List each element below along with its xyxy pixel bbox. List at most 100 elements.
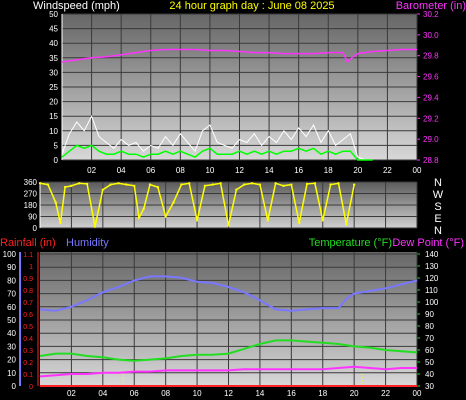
wind-direction-point (266, 219, 269, 222)
temperature-tick-label: 80 (425, 322, 434, 331)
wind-direction-point (297, 221, 301, 225)
bottom-x-tick-label: 10 (193, 389, 202, 398)
weather-chart-svg: 0510152025303540455028.829.029.229.429.6… (0, 0, 466, 398)
wind-direction-point (59, 221, 62, 225)
wind-x-tick-label: 14 (265, 166, 274, 175)
wind-direction-point (142, 207, 145, 211)
barometer-axis-title: Barometer (in) (396, 0, 466, 12)
wind-direction-point (235, 188, 238, 191)
compass-w: W (433, 189, 444, 201)
wind-x-tick-label: 00 (413, 166, 422, 175)
rainfall-tick-label: 0.7 (23, 300, 33, 307)
rainfall-tick-label: 0 (29, 384, 33, 391)
barometer-tick-label: 30.0 (423, 31, 439, 40)
humidity-axis-title: Humidity (66, 237, 109, 249)
wind-direction-point (321, 219, 324, 222)
wind-x-tick-label: 04 (117, 166, 126, 175)
wind-direction-point (93, 225, 97, 228)
wind-direction-point (125, 183, 128, 186)
barometer-tick-label: 29.0 (423, 135, 439, 144)
direction-tick-label: 270 (24, 190, 38, 199)
wind-tick-label: 20 (49, 98, 58, 107)
wind-direction-point (78, 182, 81, 185)
wind-tick-label: 40 (49, 39, 58, 48)
wind-tick-label: 35 (49, 54, 58, 63)
wind-direction-point (164, 215, 167, 218)
temperature-tick-label: 60 (425, 346, 434, 355)
humidity-tick-label: 10 (7, 369, 16, 378)
wind-direction-point (46, 183, 50, 186)
wind-direction-point (305, 182, 309, 186)
direction-tick-label: 360 (24, 178, 38, 187)
humidity-tick-label: 30 (7, 342, 16, 351)
direction-tick-label: 90 (28, 213, 37, 222)
direction-tick-label: 180 (24, 201, 38, 210)
bottom-x-tick-label: 16 (287, 389, 296, 398)
rainfall-tick-label: 0.5 (23, 324, 33, 331)
wind-direction-point (258, 183, 262, 186)
wind-direction-point (227, 224, 230, 227)
wind-direction-point (195, 219, 199, 222)
rainfall-tick-label: 0.1 (23, 372, 33, 379)
wind-x-tick-label: 02 (87, 166, 96, 175)
wind-x-tick-label: 20 (353, 166, 362, 175)
wind-direction-point (337, 182, 340, 185)
weather-graph: 0 5 10 15 20 25 30 35 40 45 50 28.8 29.0 29.2 29.4 29.6… (0, 0, 466, 400)
wind-direction-point (117, 182, 120, 185)
compass-e: E (434, 213, 441, 225)
graph-title: 24 hour graph day : June 08 2025 (169, 0, 334, 12)
wind-tick-label: 15 (49, 112, 58, 121)
compass-n-top: N (434, 177, 442, 189)
bottom-x-tick-label: 14 (255, 389, 264, 398)
windspeed-axis-title: Windspeed (mph) (33, 0, 120, 12)
wind-direction-point (282, 184, 285, 188)
rainfall-tick-label: 0.9 (23, 276, 33, 283)
humidity-tick-label: 90 (7, 263, 16, 272)
wind-direction-point (211, 183, 214, 186)
bottom-x-tick-label: 00 (413, 389, 422, 398)
direction-tick-label: 0 (33, 224, 38, 233)
wind-direction-point (85, 182, 89, 186)
rainfall-tick-label: 0.8 (23, 288, 33, 295)
humidity-tick-label: 60 (7, 303, 16, 312)
rainfall-tick-label: 0.6 (23, 312, 33, 319)
wind-tick-label: 25 (49, 83, 58, 92)
wind-tick-label: 30 (49, 68, 58, 77)
rainfall-tick-label: 1.1 (23, 252, 33, 259)
wind-direction-point (345, 222, 348, 226)
temperature-tick-label: 110 (425, 286, 438, 295)
temperature-tick-label: 50 (425, 358, 434, 367)
wind-direction-point (63, 185, 67, 189)
bottom-x-tick-label: 04 (98, 389, 107, 398)
wind-direction-point (250, 182, 254, 185)
bottom-x-tick-label: 08 (161, 389, 170, 398)
dewpoint-axis-title: Dew Point (°F) (392, 237, 464, 249)
temperature-tick-label: 30 (425, 382, 434, 391)
wind-direction-point (313, 182, 317, 185)
wind-direction-point (188, 182, 191, 185)
wind-direction-point (243, 183, 246, 186)
rainfall-tick-label: 0.2 (23, 360, 33, 367)
temperature-tick-label: 70 (425, 334, 434, 343)
wind-direction-point (38, 182, 42, 185)
humidity-tick-label: 0 (12, 382, 17, 391)
wind-direction-point (172, 201, 175, 204)
wind-x-tick-label: 08 (176, 166, 185, 175)
temperature-tick-label: 130 (425, 262, 439, 271)
bottom-x-tick-label: 18 (318, 389, 327, 398)
barometer-tick-label: 29.4 (423, 93, 439, 102)
wind-direction-point (274, 182, 277, 185)
humidity-tick-label: 80 (7, 276, 16, 285)
wind-direction-point (101, 188, 105, 191)
compass-n-bottom: N (434, 225, 442, 237)
compass-s: S (434, 201, 441, 213)
bottom-x-tick-label: 20 (350, 389, 359, 398)
wind-direction-point (148, 183, 152, 186)
wind-x-tick-label: 10 (205, 166, 214, 175)
barometer-tick-label: 29.2 (423, 114, 439, 123)
wind-direction-point (180, 183, 183, 186)
wind-x-tick-label: 06 (146, 166, 155, 175)
bottom-x-tick-label: 02 (67, 389, 76, 398)
wind-direction-point (352, 183, 356, 186)
temperature-axis-title: Temperature (°F) (309, 237, 392, 249)
